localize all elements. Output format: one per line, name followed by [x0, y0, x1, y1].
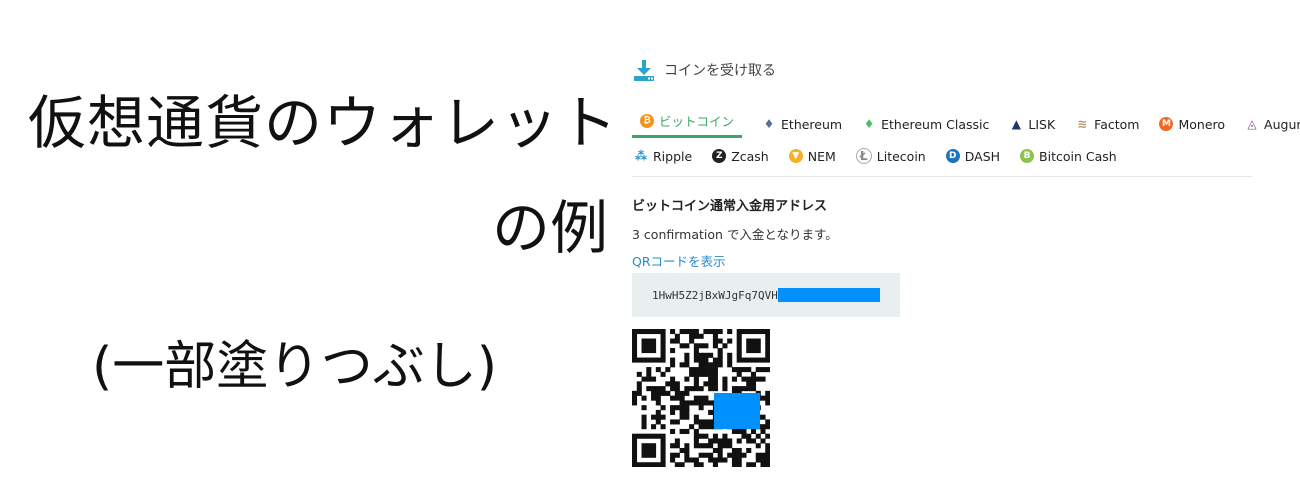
tab-ripple[interactable]: ⁂ Ripple: [632, 142, 694, 170]
tab-label: Monero: [1178, 116, 1226, 132]
tab-label: Factom: [1094, 116, 1140, 132]
litecoin-icon: Ł: [855, 148, 872, 164]
qr-redaction: [714, 393, 760, 429]
confirmation-text: 3 confirmation で入金となります。: [632, 227, 838, 242]
caption-note: (一部塗りつぶし): [92, 337, 498, 397]
tab-label: ビットコイン: [659, 114, 735, 129]
wallet-panel: コインを受け取る ₿ ビットコイン ♦ Ethereum ♦ Ethereum Class…: [632, 56, 1300, 476]
bitcoin-cash-icon: B: [1020, 149, 1035, 163]
tab-label: Ripple: [653, 148, 693, 164]
address-redaction: [777, 288, 880, 302]
tab-litecoin[interactable]: Ł Litecoin: [854, 142, 928, 170]
tab-factom[interactable]: ≋ Factom: [1073, 110, 1141, 138]
tab-nem[interactable]: ▼ NEM: [787, 142, 838, 170]
zcash-icon: Z: [712, 149, 727, 163]
tab-label: Litecoin: [876, 148, 926, 164]
tab-bitcoin[interactable]: ₿ ビットコイン: [632, 106, 743, 138]
ethereum-icon: ♦: [763, 117, 775, 131]
bitcoin-icon: ₿: [640, 113, 654, 128]
dash-icon: D: [945, 149, 960, 163]
tab-label: Augur: [1264, 116, 1300, 132]
ripple-icon: ⁂: [634, 149, 648, 163]
tab-ethereum[interactable]: ♦ Ethereum: [760, 110, 844, 138]
monero-icon: M: [1159, 117, 1174, 131]
coin-tabs-row-2: ⁂ Ripple Z Zcash ▼ NEM Ł Litecoin D DASH B Bitcoin …: [632, 142, 1252, 170]
tab-label: Ethereum Classic: [881, 116, 990, 132]
tab-label: Bitcoin Cash: [1039, 148, 1117, 164]
download-icon: [632, 58, 656, 82]
tab-zcash[interactable]: Z Zcash: [710, 142, 771, 170]
tab-monero[interactable]: M Monero: [1157, 110, 1227, 138]
ethereum-classic-icon: ♦: [863, 117, 875, 131]
show-qr-link[interactable]: QRコードを表示: [632, 251, 1252, 270]
tab-bitcoin-cash[interactable]: B Bitcoin Cash: [1018, 142, 1119, 170]
augur-icon: ◬: [1247, 117, 1257, 131]
factom-icon: ≋: [1077, 117, 1088, 131]
tab-augur[interactable]: ◬ Augur: [1243, 110, 1300, 138]
address-text: 1HwH5Z2jBxWJgFq7QVH: [652, 288, 778, 302]
panel-header: コインを受け取る: [632, 56, 1252, 84]
tab-lisk[interactable]: ▲ LISK: [1007, 110, 1057, 138]
address-box[interactable]: 1HwH5Z2jBxWJgFq7QVH: [632, 273, 900, 317]
coin-tabs: ₿ ビットコイン ♦ Ethereum ♦ Ethereum Classic ▲ LISK ≋ F…: [632, 106, 1300, 177]
caption-subtitle: の例: [491, 194, 608, 262]
panel-title: コインを受け取る: [664, 63, 776, 79]
address-title: ビットコイン通常入金用アドレス: [632, 199, 828, 214]
tab-ethereum-classic[interactable]: ♦ Ethereum Classic: [860, 110, 991, 138]
caption-title: 仮想通貨のウォレット: [28, 89, 619, 157]
tab-label: LISK: [1028, 116, 1056, 132]
coin-tabs-row-1: ₿ ビットコイン ♦ Ethereum ♦ Ethereum Classic ▲ LISK ≋ F…: [632, 106, 1300, 138]
nem-icon: ▼: [788, 149, 803, 163]
tab-dash[interactable]: D DASH: [944, 142, 1002, 170]
tab-label: DASH: [964, 148, 1001, 164]
tab-label: NEM: [807, 148, 836, 164]
qr-code: [632, 329, 770, 467]
tab-label: Ethereum: [781, 116, 843, 132]
tab-label: Zcash: [731, 148, 769, 164]
lisk-icon: ▲: [1011, 117, 1021, 131]
